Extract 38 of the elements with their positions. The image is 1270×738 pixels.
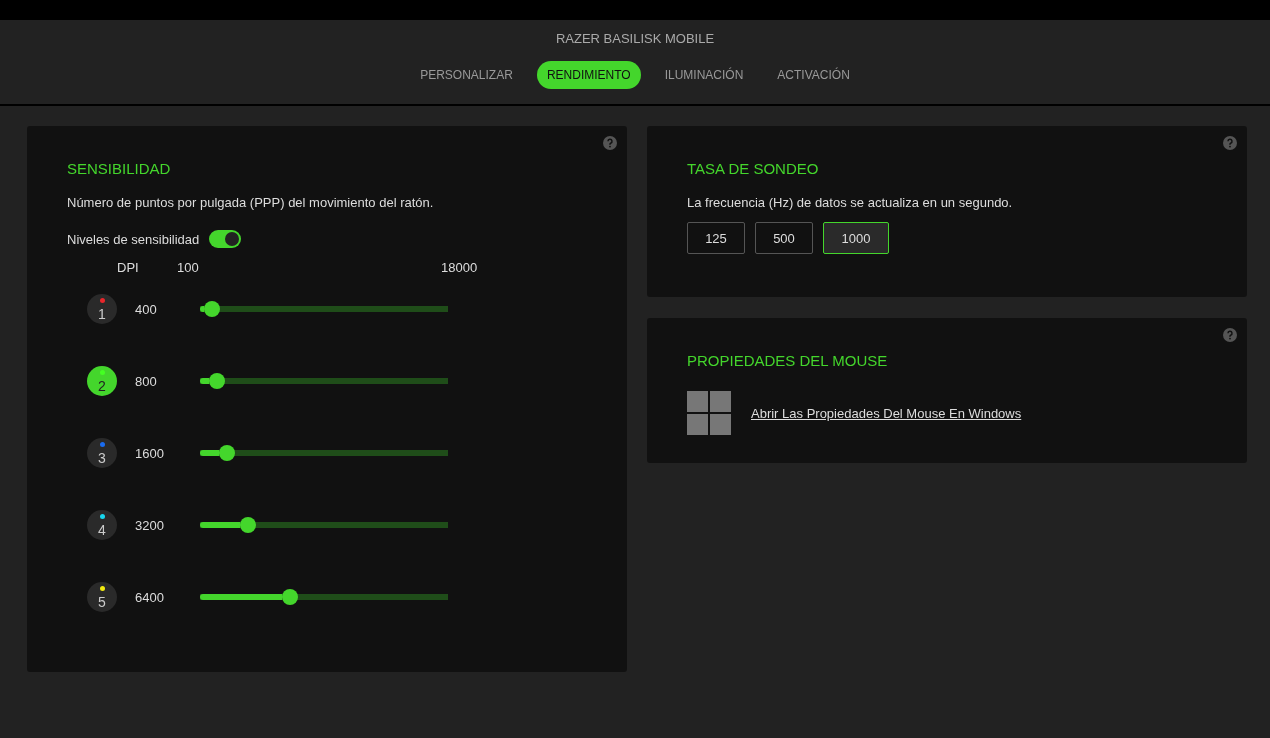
dpi-value: 800	[135, 373, 158, 389]
polling-rate-button[interactable]: 1000	[823, 222, 889, 254]
help-icon[interactable]	[603, 136, 617, 150]
stage-button[interactable]: 5	[87, 582, 117, 612]
slider-thumb[interactable]	[240, 517, 257, 533]
dpi-value: 400	[135, 301, 158, 317]
section-title: PROPIEDADES DEL MOUSE	[687, 352, 889, 369]
toggle-switch[interactable]	[209, 230, 242, 248]
slider-thumb[interactable]	[203, 301, 220, 317]
tab[interactable]: RENDIMIENTO	[536, 61, 641, 89]
stage-button[interactable]: 1	[87, 294, 117, 324]
dpi-value: 6400	[135, 589, 165, 605]
window-title: RAZER BASILISK MOBILE	[555, 31, 715, 46]
polling-rate-button[interactable]: 125	[687, 222, 745, 254]
slider-thumb[interactable]	[219, 445, 236, 461]
description: Número de puntos por pulgada (PPP) del movimiento del ratón.	[67, 195, 435, 210]
stage-button[interactable]: 3	[87, 438, 117, 468]
help-icon[interactable]	[1223, 136, 1237, 150]
min-value: 100	[177, 260, 200, 275]
windows-icon	[687, 391, 731, 435]
section-title: SENSIBILIDAD	[67, 160, 172, 177]
dpi-value: 1600	[135, 445, 165, 461]
dpi-value: 3200	[135, 517, 165, 533]
max-value: 18000	[441, 260, 478, 275]
tab[interactable]: ACTIVACIÓN	[767, 61, 860, 89]
tab[interactable]: ILUMINACIÓN	[654, 61, 754, 89]
dpi-label: DPI	[117, 260, 140, 275]
stage-button[interactable]: 2	[87, 366, 117, 396]
description: La frecuencia (Hz) de datos se actualiza en un segundo.	[687, 195, 1014, 210]
stage-button[interactable]: 4	[87, 510, 117, 540]
help-icon[interactable]	[1223, 328, 1237, 342]
open-mouse-properties-link[interactable]: Abrir Las Propiedades Del Mouse En Windows	[751, 405, 1022, 421]
toggle-label: Niveles de sensibilidad	[67, 231, 200, 247]
polling-rate-button[interactable]: 500	[755, 222, 813, 254]
slider-thumb[interactable]	[209, 373, 226, 389]
tab[interactable]: PERSONALIZAR	[410, 61, 523, 89]
section-title: TASA DE SONDEO	[687, 160, 820, 177]
slider-thumb[interactable]	[281, 589, 298, 605]
